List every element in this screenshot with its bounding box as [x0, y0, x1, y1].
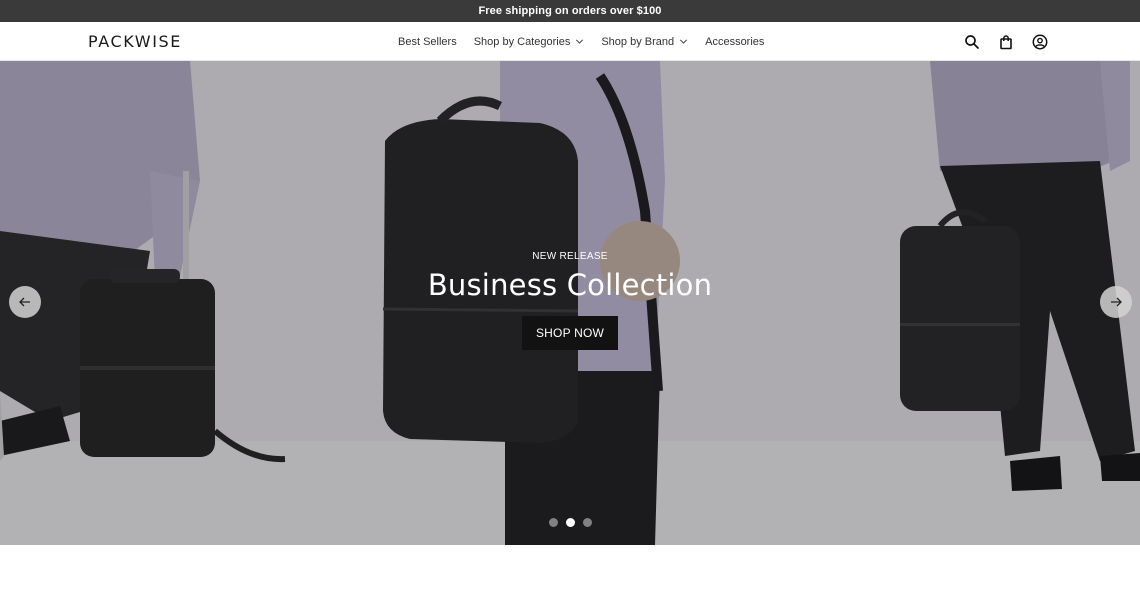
- header-icons: [962, 22, 1064, 61]
- account-icon: [1032, 34, 1048, 49]
- search-icon: [965, 34, 979, 49]
- nav-item-label: Shop by Categories: [473, 35, 571, 48]
- site-header: PACKWISE Best Sellers Shop by Categories…: [0, 22, 1140, 61]
- slider-next-button[interactable]: [1100, 286, 1132, 318]
- slider-dot-2[interactable]: [566, 518, 575, 527]
- hero-content: NEW RELEASE Business Collection SHOP NOW: [370, 251, 770, 350]
- shopping-bag-icon: [1000, 34, 1012, 49]
- nav-item-label: Accessories: [705, 35, 765, 48]
- nav-item-label: Best Sellers: [398, 35, 457, 48]
- nav-item-shop-by-brand[interactable]: Shop by Brand: [601, 36, 688, 48]
- account-button[interactable]: [1030, 32, 1050, 52]
- chevron-down-icon: [680, 39, 688, 44]
- chevron-down-icon: [576, 39, 584, 44]
- nav-item-accessories[interactable]: Accessories: [705, 36, 764, 48]
- shop-now-button[interactable]: SHOP NOW: [521, 316, 619, 350]
- main-nav: Best Sellers Shop by Categories Shop by …: [398, 22, 781, 61]
- slider-dot-3[interactable]: [583, 518, 592, 527]
- nav-item-best-sellers[interactable]: Best Sellers: [398, 36, 457, 48]
- hero-eyebrow: NEW RELEASE: [532, 251, 608, 262]
- logo[interactable]: PACKWISE: [88, 32, 182, 51]
- slider-dots: [549, 518, 600, 527]
- nav-item-label: Shop by Brand: [601, 35, 675, 48]
- slider-dot-1[interactable]: [549, 518, 558, 527]
- announcement-bar: Free shipping on orders over $100: [0, 0, 1140, 22]
- search-button[interactable]: [962, 32, 982, 52]
- announcement-text: Free shipping on orders over $100: [478, 5, 662, 17]
- cart-button[interactable]: [996, 32, 1016, 52]
- arrow-left-icon: [19, 297, 30, 307]
- slider-prev-button[interactable]: [9, 286, 41, 318]
- hero-title: Business Collection: [427, 268, 713, 302]
- hero-slider: NEW RELEASE Business Collection SHOP NOW: [0, 61, 1140, 545]
- arrow-right-icon: [1111, 297, 1122, 307]
- nav-item-shop-by-categories[interactable]: Shop by Categories: [474, 36, 585, 48]
